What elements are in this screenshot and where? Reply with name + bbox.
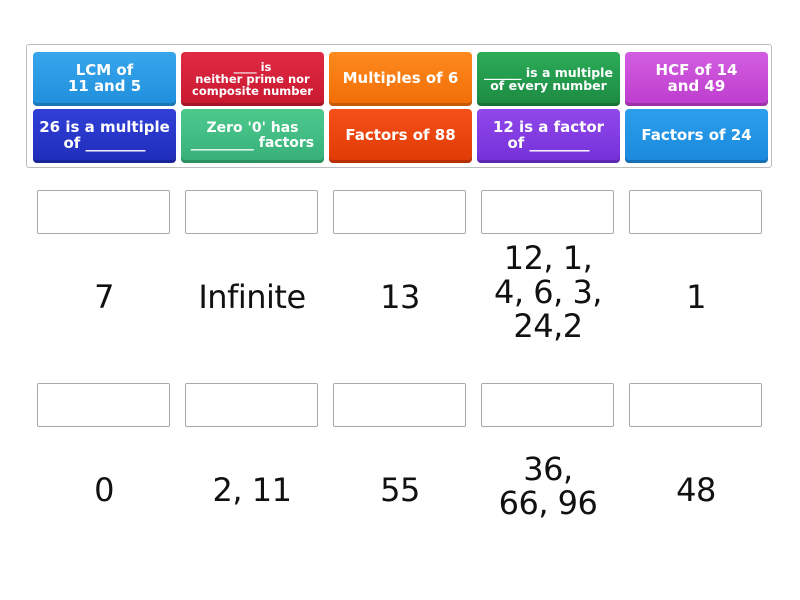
tile-text: Zero '0' has [206,120,299,137]
tile-neither-prime-nor-composite[interactable]: ____ is neither prime nor composite number [181,52,324,106]
tile-text: and 49 [667,77,726,95]
tile-text: composite number [192,84,313,99]
tile-text: 11 and 5 [67,77,142,95]
tile-text: Factors of 24 [641,126,752,145]
tile-26-is-a-multiple-of[interactable]: 26 is a multiple of ________ [33,109,176,163]
tile-text: of every number [490,78,607,93]
answer-label: 55 [380,471,420,509]
tile-text: Multiples of 6 [342,69,459,88]
drop-slot[interactable] [629,383,762,427]
drop-slot[interactable] [185,383,318,427]
drop-slot[interactable] [185,190,318,234]
answer-label: 36, 66, 96 [498,450,598,522]
tile-hcf-14-49[interactable]: HCF of 14 and 49 [625,52,768,106]
tile-12-is-a-factor-of[interactable]: 12 is a factor of ________ [477,109,620,163]
answer-label: 1 [686,278,706,316]
answer-label: Infinite [198,278,306,316]
drop-slot[interactable] [333,383,466,427]
answer-label: 12, 1, 4, 6, 3, 24,2 [494,239,602,345]
tile-multiples-of-6[interactable]: Multiples of 6 [329,52,472,106]
answer-label: 48 [676,471,716,509]
tile-text: of ________ [507,134,590,152]
tile-zero-has-factors[interactable]: Zero '0' has _________ factors [181,109,324,163]
tile-text: of ________ [63,134,146,152]
drop-slot[interactable] [37,190,170,234]
tile-multiple-of-every-number[interactable]: ______ is a multiple of every number [477,52,620,106]
answer-label: 0 [94,471,114,509]
tile-lcm-11-5[interactable]: LCM of 11 and 5 [33,52,176,106]
answer-label: 7 [94,278,114,316]
drop-slot[interactable] [333,190,466,234]
tile-factors-of-88[interactable]: Factors of 88 [329,109,472,163]
tile-text: _________ factors [190,135,315,151]
answer-label: 2, 11 [212,471,292,509]
drop-slot[interactable] [481,190,614,234]
answer-label: 13 [380,278,420,316]
drop-slot[interactable] [629,190,762,234]
tile-text: Factors of 88 [345,126,456,145]
drop-slot[interactable] [481,383,614,427]
drop-slot[interactable] [37,383,170,427]
tile-factors-of-24[interactable]: Factors of 24 [625,109,768,163]
